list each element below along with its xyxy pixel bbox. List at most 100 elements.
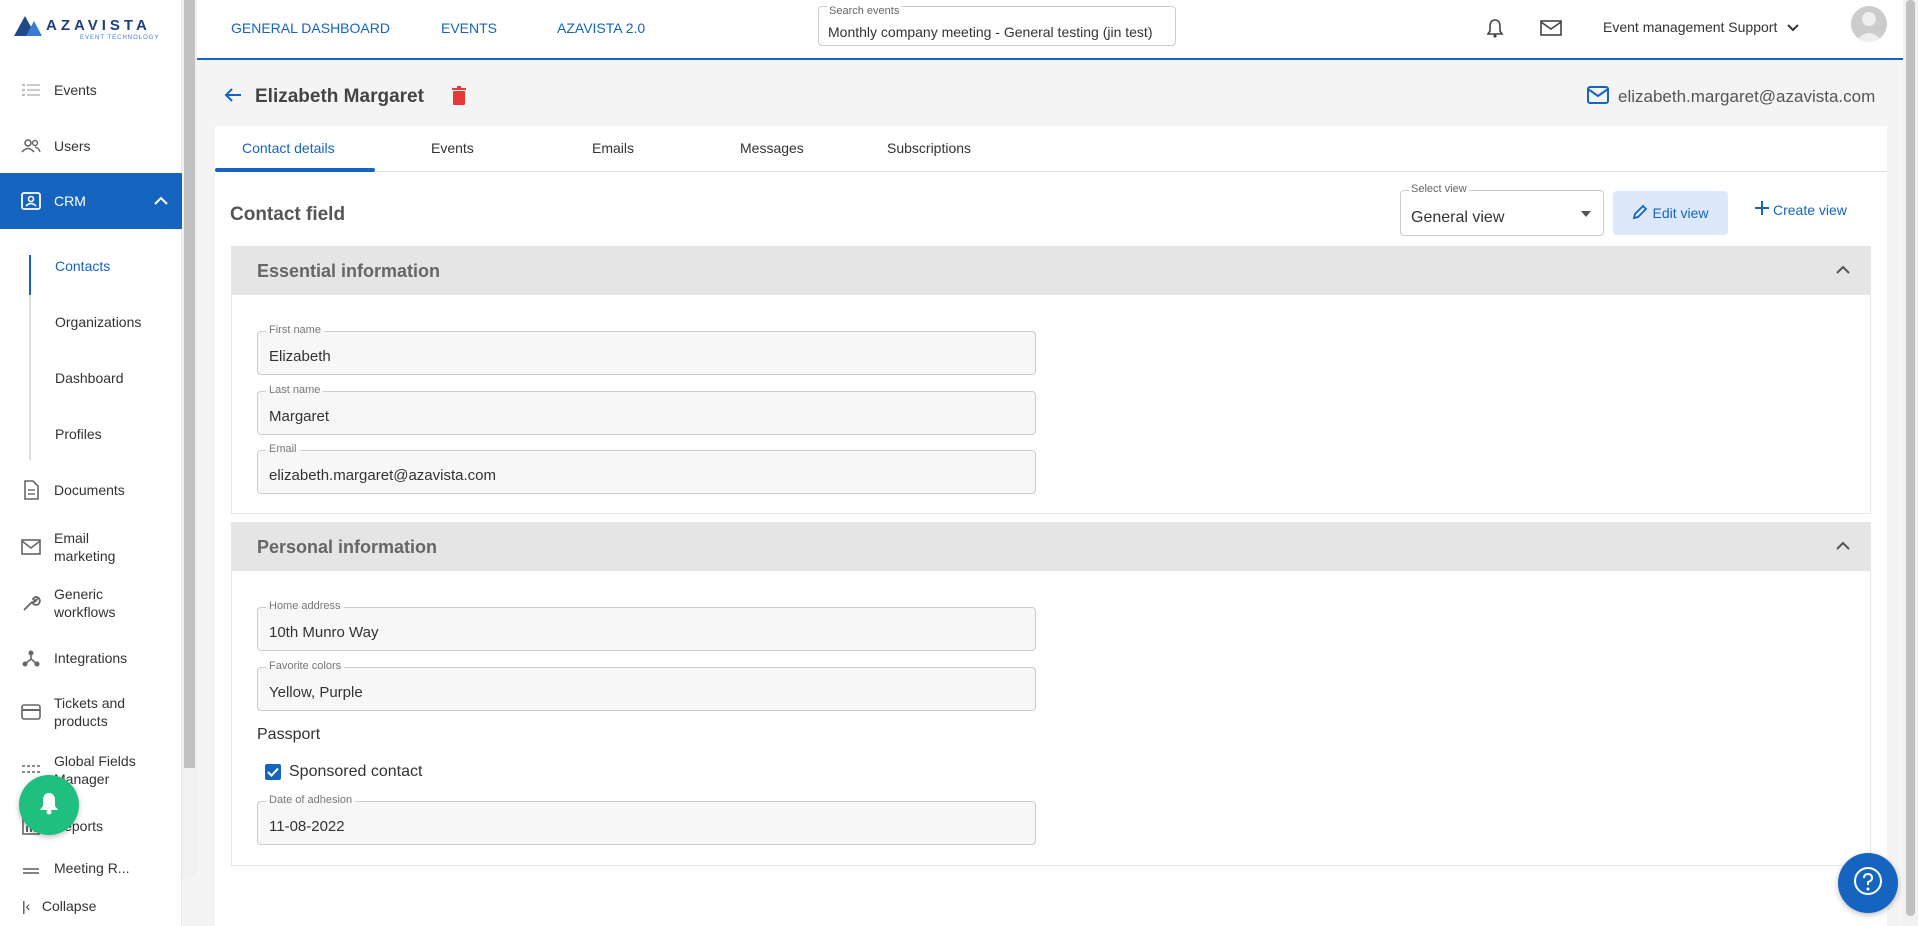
tab-events[interactable]: Events — [431, 140, 474, 156]
help-button[interactable] — [1838, 853, 1898, 913]
create-view-label: Create view — [1773, 201, 1847, 218]
collapse-icon: |‹ — [22, 898, 31, 914]
tab-indicator — [215, 168, 375, 172]
email-field[interactable]: Email elizabeth.margaret@azavista.com — [257, 443, 1036, 494]
sidebar-scrollbar-thumb[interactable] — [184, 0, 195, 768]
tab-subscriptions[interactable]: Subscriptions — [887, 140, 971, 156]
pencil-icon — [1632, 204, 1648, 223]
nav-general-dashboard[interactable]: GENERAL DASHBOARD — [231, 20, 390, 36]
integration-icon — [20, 647, 42, 669]
sidebar-item-crm[interactable]: CRM — [0, 173, 182, 229]
notification-fab[interactable] — [19, 775, 79, 835]
nav-azavista-2[interactable]: AZAVISTA 2.0 — [557, 20, 645, 36]
personal-information-header[interactable]: Personal information — [232, 523, 1870, 571]
personal-information-title: Personal information — [257, 537, 438, 557]
last-name-field[interactable]: Last name Margaret — [257, 384, 1036, 435]
field-label: Home address — [266, 600, 344, 612]
select-view-value: General view — [1411, 209, 1505, 226]
field-value: elizabeth.margaret@azavista.com — [269, 467, 496, 484]
field-value: Yellow, Purple — [269, 684, 363, 701]
contact-email-link[interactable]: elizabeth.margaret@azavista.com — [1618, 87, 1875, 107]
chevron-up-icon[interactable] — [1836, 261, 1850, 279]
sidebar-item-label: Generic workflows — [54, 586, 116, 620]
sidebar-item-label: Documents — [54, 482, 125, 498]
chevron-up-icon[interactable] — [1836, 537, 1850, 555]
top-bar: GENERAL DASHBOARD EVENTS AZAVISTA 2.0 Se… — [197, 0, 1903, 60]
submenu-active-indicator — [29, 255, 31, 295]
field-label: Last name — [266, 384, 324, 396]
sidebar-item-generic-workflows[interactable]: Generic workflows — [0, 583, 182, 623]
select-view-dropdown[interactable]: Select view General view — [1400, 183, 1604, 236]
sidebar-item-events[interactable]: Events — [0, 78, 182, 102]
sidebar-item-label: Meeting R... — [54, 860, 130, 876]
collapse-label: Collapse — [41, 898, 97, 914]
essential-information-panel: Essential information First name Elizabe… — [231, 246, 1871, 514]
sidebar-item-email-marketing[interactable]: Email marketing — [0, 527, 182, 567]
mail-icon[interactable] — [1539, 16, 1563, 40]
sidebar-item-label: Integrations — [54, 650, 128, 666]
field-label: Email — [266, 443, 300, 455]
dropdown-arrow-icon — [1581, 211, 1591, 217]
search-value: Monthly company meeting - General testin… — [828, 24, 1153, 40]
sidebar-item-users[interactable]: Users — [0, 134, 182, 158]
user-menu[interactable]: Event management Support — [1603, 19, 1799, 35]
contact-card-icon — [20, 190, 42, 212]
contact-field-title: Contact field — [230, 204, 346, 225]
sidebar-item-documents[interactable]: Documents — [0, 478, 182, 502]
sidebar: AZAVISTA EVENT TECHNOLOGY Events Users C… — [0, 0, 182, 926]
nav-events[interactable]: EVENTS — [441, 20, 497, 36]
chevron-down-icon — [1787, 19, 1799, 35]
passport-label: Passport — [257, 726, 321, 743]
sidebar-item-label: Tickets and products — [54, 695, 126, 729]
sidebar-subitem-dashboard[interactable]: Dashboard — [55, 370, 124, 386]
edit-view-button[interactable]: Edit view — [1613, 191, 1728, 235]
field-label: Date of adhesion — [266, 794, 356, 806]
delete-button[interactable] — [451, 86, 467, 111]
edit-view-label: Edit view — [1652, 205, 1709, 221]
sidebar-subitem-contacts[interactable]: Contacts — [55, 258, 110, 274]
contact-card: Contact details Events Emails Messages S… — [215, 126, 1887, 926]
user-name: Event management Support — [1603, 19, 1778, 35]
collapse-button[interactable]: |‹ Collapse — [22, 898, 96, 914]
sidebar-item-tickets-and-products[interactable]: Tickets and products — [0, 692, 182, 732]
sponsored-contact-checkbox[interactable]: Sponsored contact — [257, 763, 422, 781]
document-icon — [20, 479, 42, 501]
sidebar-item-integrations[interactable]: Integrations — [0, 646, 182, 670]
sidebar-item-meeting[interactable]: Meeting R... — [0, 856, 182, 880]
personal-information-panel: Personal information Home address 10th M… — [231, 522, 1871, 866]
page-title: Elizabeth Margaret — [255, 86, 424, 107]
chevron-up-icon[interactable] — [154, 194, 168, 208]
mail-icon — [20, 536, 42, 558]
tab-contact-details[interactable]: Contact details — [242, 140, 335, 156]
essential-information-header[interactable]: Essential information — [232, 247, 1870, 295]
checkbox-checked-icon[interactable] — [265, 764, 281, 780]
azavista-logo[interactable]: AZAVISTA EVENT TECHNOLOGY — [14, 14, 169, 44]
sidebar-subitem-profiles[interactable]: Profiles — [55, 426, 102, 442]
sidebar-item-label: Email marketing — [54, 530, 116, 564]
sidebar-subitem-organizations[interactable]: Organizations — [55, 314, 141, 330]
meeting-icon — [20, 857, 42, 879]
essential-information-title: Essential information — [257, 261, 441, 281]
tab-bar: Contact details Events Emails Messages S… — [215, 126, 1887, 172]
field-value: Elizabeth — [269, 348, 331, 365]
back-arrow-icon[interactable] — [224, 86, 242, 109]
sidebar-item-label: CRM — [54, 193, 86, 209]
favorite-colors-field[interactable]: Favorite colors Yellow, Purple — [257, 660, 1036, 711]
tab-messages[interactable]: Messages — [740, 140, 804, 156]
date-of-adhesion-field[interactable]: Date of adhesion 11-08-2022 — [257, 794, 1036, 845]
search-label: Search events — [827, 5, 902, 17]
home-address-field[interactable]: Home address 10th Munro Way — [257, 600, 1036, 651]
field-value: 10th Munro Way — [269, 624, 379, 641]
sidebar-item-label: Events — [54, 82, 97, 98]
bell-icon[interactable] — [1483, 16, 1507, 40]
avatar[interactable] — [1851, 6, 1887, 42]
page-scrollbar-thumb[interactable] — [1906, 0, 1915, 916]
tab-emails[interactable]: Emails — [592, 140, 634, 156]
first-name-field[interactable]: First name Elizabeth — [257, 324, 1036, 375]
search-events-input[interactable]: Search events Monthly company meeting - … — [818, 5, 1176, 46]
logo-name: AZAVISTA — [46, 17, 151, 34]
create-view-button[interactable]: Create view — [1755, 201, 1847, 218]
wrench-icon — [20, 592, 42, 614]
field-label: First name — [266, 324, 324, 336]
credit-card-icon — [20, 701, 42, 723]
